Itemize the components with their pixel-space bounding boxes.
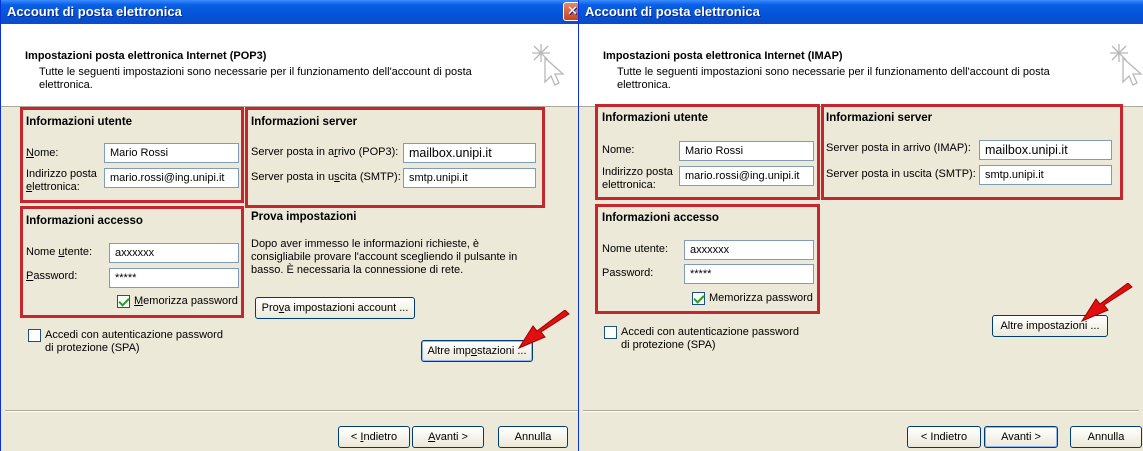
footer-separator [583,410,1139,412]
spa-label[interactable]: Accedi con autenticazione password di pro… [45,329,223,355]
cancel-button[interactable]: Annulla [1070,426,1142,448]
title-bar[interactable]: Account di posta elettronica [579,0,1143,24]
user-info-highlight [595,104,820,200]
wizard-wand-icon [532,44,565,86]
test-settings-description: Dopo aver immesso le informazioni richie… [251,238,518,276]
header-title: Impostazioni posta elettronica Internet … [603,50,843,62]
next-button[interactable]: Avanti > [412,426,484,448]
back-button[interactable]: < Indietro [907,426,981,448]
cancel-button[interactable]: Annulla [498,426,568,448]
header-title: Impostazioni posta elettronica Internet … [25,50,267,62]
spa-checkbox[interactable] [604,326,617,339]
wizard-wand-icon [1110,44,1143,86]
window-title: Account di posta elettronica [585,4,760,19]
window-title: Account di posta elettronica [7,4,182,19]
dialog-header: Impostazioni posta elettronica Internet … [1,24,584,107]
header-description: Tutte le seguenti impostazioni sono nece… [39,66,472,91]
pop3-dialog: Account di posta elettronica ✕ Impostazi… [0,0,585,451]
access-info-highlight [20,206,244,318]
dialog-header: Impostazioni posta elettronica Internet … [579,24,1143,107]
next-button[interactable]: Avanti > [984,426,1058,448]
title-bar[interactable]: Account di posta elettronica ✕ [1,0,584,24]
user-info-highlight [20,107,244,203]
header-description: Tutte le seguenti impostazioni sono nece… [617,66,1050,91]
access-info-highlight [595,204,820,314]
footer-separator [5,410,580,412]
server-info-highlight [821,104,1123,200]
back-button[interactable]: < Indietro [338,426,410,448]
imap-dialog: Account di posta elettronica Impostazion… [578,0,1143,451]
test-settings-title: Prova impostazioni [251,211,357,223]
red-arrow-icon [1080,283,1133,323]
red-arrow-icon [517,310,570,350]
spa-label[interactable]: Accedi con autenticazione password di pro… [621,326,799,352]
server-info-highlight [245,107,545,208]
spa-checkbox[interactable] [28,329,41,342]
test-account-button[interactable]: Prova impostazioni account ... [255,297,415,319]
